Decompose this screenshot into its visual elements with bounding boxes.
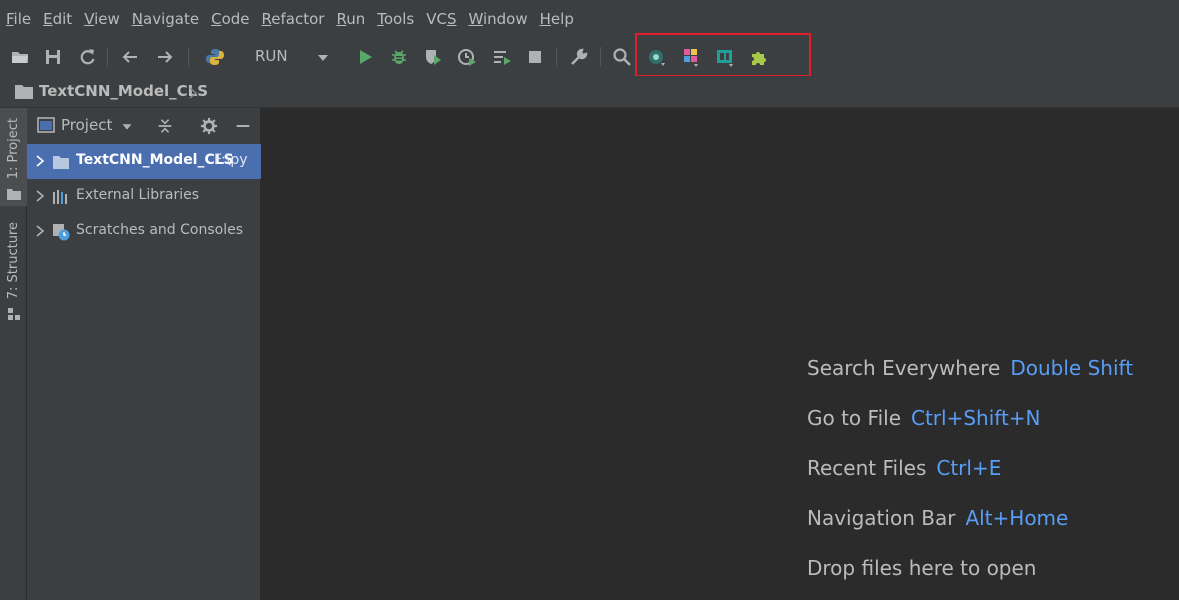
chevron-right-icon[interactable] [33, 154, 47, 168]
tool-tab-structure[interactable]: 7: Structure [0, 218, 27, 322]
highlight-annotation-box [635, 33, 811, 77]
library-icon [53, 190, 67, 204]
tree-item-path: F:\py [214, 152, 248, 168]
toolbar-separator [556, 47, 557, 67]
tree-item-project-root[interactable]: TextCNN_Model_CLS F:\py [27, 144, 261, 179]
hint-go-to-file: Go to File Ctrl+Shift+N [807, 406, 1041, 430]
forward-arrow-icon[interactable] [150, 42, 180, 72]
chevron-right-icon[interactable] [33, 189, 47, 203]
project-view-title[interactable]: Project [61, 116, 112, 134]
sync-icon[interactable] [72, 42, 102, 72]
toolbar-separator [600, 47, 601, 67]
concurrency-icon[interactable] [487, 42, 517, 72]
project-view-icon [37, 117, 55, 133]
toolbar-separator [107, 47, 108, 67]
run-config-label: RUN [255, 47, 288, 65]
menu-refactor[interactable]: Refactor [256, 0, 331, 38]
tool-tab-structure-label: 7: Structure [6, 222, 21, 300]
menu-run[interactable]: Run [330, 0, 371, 38]
menu-vcs[interactable]: VCS [420, 0, 462, 38]
folder-icon [53, 156, 69, 169]
profile-icon[interactable] [452, 42, 482, 72]
open-folder-icon[interactable] [5, 42, 35, 72]
toolbar-separator [188, 47, 189, 67]
scratches-icon [53, 224, 70, 241]
hint-drop-files: Drop files here to open [807, 556, 1037, 580]
chevron-right-icon [187, 85, 199, 99]
tree-item-label: External Libraries [76, 187, 199, 203]
hint-search-everywhere: Search Everywhere Double Shift [807, 356, 1134, 380]
shortcut-label: Alt+Home [965, 506, 1069, 530]
menu-bar: File Edit View Navigate Code Refactor Ru… [0, 0, 1179, 38]
wrench-icon[interactable] [564, 42, 594, 72]
stop-icon[interactable] [520, 42, 550, 72]
breadcrumb-project[interactable]: TextCNN_Model_CLS [39, 82, 208, 100]
menu-edit[interactable]: Edit [37, 0, 78, 38]
tree-item-external-libraries[interactable]: External Libraries [27, 179, 261, 214]
shortcut-label: Ctrl+E [936, 456, 1002, 480]
shortcut-label: Double Shift [1010, 356, 1134, 380]
hint-navigation-bar: Navigation Bar Alt+Home [807, 506, 1069, 530]
chevron-right-icon[interactable] [33, 224, 47, 238]
debug-icon[interactable] [384, 42, 414, 72]
save-icon[interactable] [38, 42, 68, 72]
coverage-icon[interactable] [418, 42, 448, 72]
tree-item-scratches[interactable]: Scratches and Consoles [27, 214, 261, 249]
run-icon[interactable] [350, 42, 380, 72]
menu-view[interactable]: View [78, 0, 126, 38]
project-panel-header: Project [27, 108, 261, 143]
tree-item-label: TextCNN_Model_CLS [76, 152, 234, 168]
project-tool-window: Project TextCNN_Model_CLS F:\py External… [27, 108, 261, 600]
menu-tools[interactable]: Tools [371, 0, 420, 38]
menu-code[interactable]: Code [205, 0, 255, 38]
back-arrow-icon[interactable] [115, 42, 145, 72]
shortcut-label: Ctrl+Shift+N [911, 406, 1041, 430]
tool-tab-project-label: 1: Project [6, 118, 21, 180]
menu-window[interactable]: Window [462, 0, 533, 38]
folder-icon [14, 83, 34, 101]
menu-file[interactable]: File [0, 0, 37, 38]
main-toolbar: RUN [0, 38, 1179, 76]
tree-item-label: Scratches and Consoles [76, 222, 243, 238]
editor-empty-area[interactable]: Search Everywhere Double Shift Go to File… [261, 108, 1179, 600]
run-config-selector[interactable]: RUN [198, 42, 338, 72]
structure-icon [7, 305, 21, 321]
navigation-bar: TextCNN_Model_CLS [0, 76, 1179, 108]
search-icon[interactable] [607, 42, 637, 72]
collapse-all-icon[interactable] [153, 114, 177, 138]
tool-tab-project[interactable]: 1: Project [0, 108, 27, 206]
hint-recent-files: Recent Files Ctrl+E [807, 456, 1002, 480]
python-icon [200, 42, 230, 72]
left-tool-stripe: 1: Project 7: Structure [0, 108, 27, 600]
menu-navigate[interactable]: Navigate [126, 0, 205, 38]
chevron-down-icon[interactable] [115, 114, 139, 138]
gear-icon[interactable] [197, 114, 221, 138]
folder-icon [6, 185, 21, 201]
chevron-down-icon [308, 42, 338, 72]
menu-help[interactable]: Help [534, 0, 580, 38]
hide-panel-icon[interactable] [231, 114, 255, 138]
